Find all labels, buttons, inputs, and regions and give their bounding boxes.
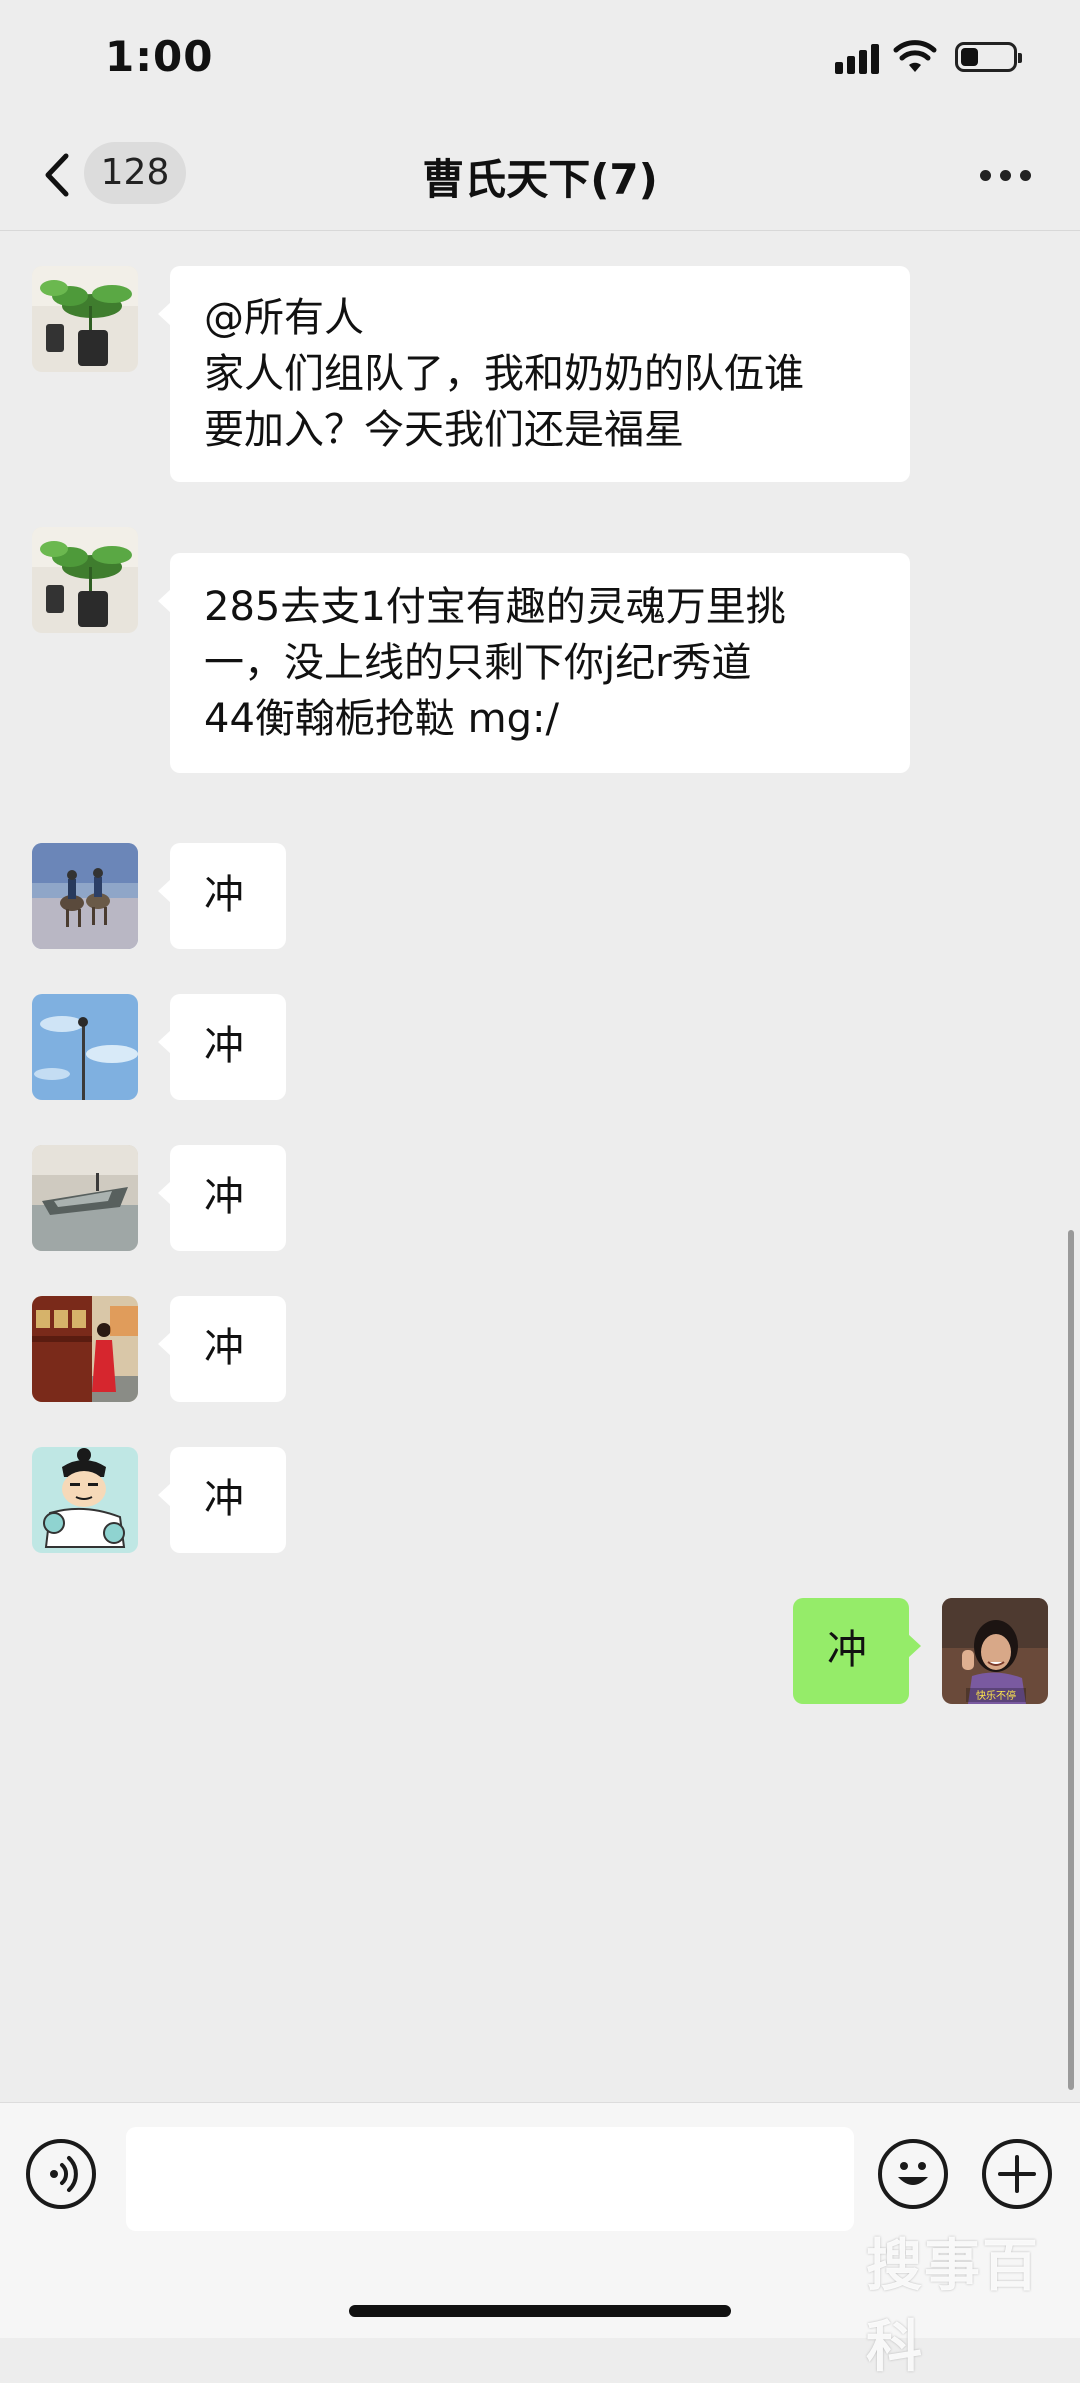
message-bubble[interactable]: @所有人 家人们组队了，我和奶奶的队伍谁 要加入？今天我们还是福星 xyxy=(158,266,910,482)
chat-scrollbar[interactable] xyxy=(1068,1230,1074,2090)
message-text-line: 冲 xyxy=(204,1174,244,1220)
message-bubble[interactable]: 冲 xyxy=(158,1447,286,1553)
more-options-icon[interactable] xyxy=(980,170,1032,182)
message-text-line: @所有人 xyxy=(204,295,364,341)
input-bar: 搜事百科 xyxy=(0,2102,1080,2380)
message-text-line: 44衡翰栀抢鞑 mg:/ xyxy=(204,696,559,742)
message-text-line: 冲 xyxy=(204,1023,244,1069)
message-bubble[interactable]: 285去支1付宝有趣的灵魂万里挑 一，没上线的只剩下你j纪r秀道 44衡翰栀抢鞑… xyxy=(158,553,910,773)
message-text-line: 要加入？今天我们还是福星 xyxy=(204,407,684,453)
message-bubble[interactable]: 冲 xyxy=(158,994,286,1100)
self-avatar[interactable]: 快乐不停 xyxy=(942,1598,1048,1704)
cartoon-avatar[interactable] xyxy=(32,1447,138,1553)
battery-icon xyxy=(955,42,1022,72)
woman-train-avatar[interactable] xyxy=(32,1296,138,1402)
message-text-line: 冲 xyxy=(204,1476,244,1522)
wifi-icon xyxy=(893,40,937,72)
more-functions-button[interactable] xyxy=(982,2139,1052,2209)
chat-header: 128 曹氏天下(7) xyxy=(0,120,1080,231)
status-bar: 1:00 xyxy=(0,0,1080,120)
plant-avatar[interactable] xyxy=(32,527,138,633)
smiley-icon xyxy=(898,2162,928,2185)
horse-riders-avatar[interactable] xyxy=(32,843,138,949)
emoji-button[interactable] xyxy=(878,2139,948,2209)
message-text-line: 285去支1付宝有趣的灵魂万里挑 xyxy=(204,584,786,630)
self-avatar-caption: 快乐不停 xyxy=(976,1689,1016,1702)
boat-avatar[interactable] xyxy=(32,1145,138,1251)
plant-avatar[interactable] xyxy=(32,266,138,372)
chat-title: 曹氏天下(7) xyxy=(422,155,658,204)
message-bubble[interactable]: 冲 xyxy=(158,1145,286,1251)
message-text-line: 一，没上线的只剩下你j纪r秀道 xyxy=(204,640,752,686)
message-bubble[interactable]: 冲 xyxy=(158,1296,286,1402)
home-indicator[interactable] xyxy=(349,2305,731,2317)
voice-icon xyxy=(50,2156,78,2192)
plus-icon xyxy=(998,2155,1036,2193)
message-bubble-self[interactable]: 冲 xyxy=(793,1598,921,1704)
status-time: 1:00 xyxy=(105,32,214,81)
sky-lamp-avatar[interactable] xyxy=(32,994,138,1100)
message-text-line: 冲 xyxy=(827,1627,867,1673)
message-input[interactable] xyxy=(126,2127,854,2231)
cellular-signal-icon xyxy=(835,44,881,74)
message-text-line: 冲 xyxy=(204,872,244,918)
message-text-line: 冲 xyxy=(204,1325,244,1371)
message-text-line: 家人们组队了，我和奶奶的队伍谁 xyxy=(204,351,804,397)
voice-input-button[interactable] xyxy=(26,2139,96,2209)
message-bubble[interactable]: 冲 xyxy=(158,843,286,949)
watermark: 搜事百科 xyxy=(866,2234,1040,2380)
